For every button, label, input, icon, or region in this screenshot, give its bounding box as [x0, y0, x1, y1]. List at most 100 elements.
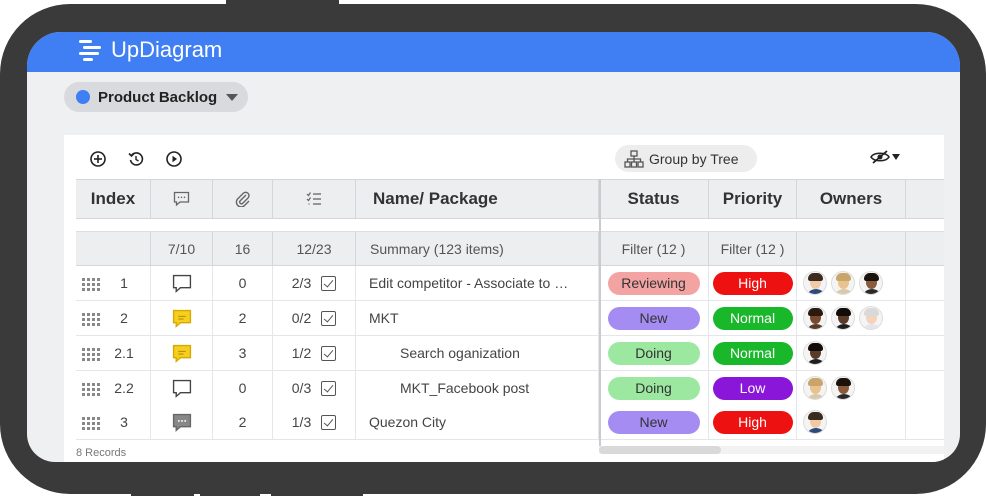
index-cell: 3: [76, 405, 151, 439]
avatar[interactable]: [831, 271, 855, 295]
priority-filter[interactable]: Filter (12 ): [709, 232, 797, 266]
status-cell[interactable]: Doing: [599, 336, 709, 370]
chevron-down-icon: [226, 93, 239, 101]
subtasks-cell[interactable]: 0/3: [273, 371, 356, 405]
checkbox-icon[interactable]: [321, 345, 337, 361]
avatar[interactable]: [803, 410, 827, 434]
frozen-column-divider[interactable]: [599, 179, 601, 454]
owners-cell[interactable]: [797, 405, 906, 439]
priority-badge[interactable]: High: [712, 271, 793, 295]
owners-cell[interactable]: [797, 266, 906, 300]
status-badge[interactable]: New: [607, 306, 700, 330]
avatar[interactable]: [859, 271, 883, 295]
table-row[interactable]: 2.2 0 0/3 MKT_Facebook post Doing Low: [76, 371, 944, 406]
add-circle-icon[interactable]: [89, 150, 107, 168]
owners-cell[interactable]: [797, 371, 906, 405]
checkbox-icon[interactable]: [321, 380, 337, 396]
summary-attachments: 16: [213, 232, 273, 266]
horizontal-scrollbar[interactable]: [599, 446, 944, 454]
drag-handle-icon[interactable]: [82, 278, 100, 291]
status-cell[interactable]: Doing: [599, 371, 709, 405]
avatar[interactable]: [859, 306, 883, 330]
comment-cell[interactable]: [151, 336, 213, 370]
checkbox-icon[interactable]: [321, 275, 337, 291]
new-comment-icon[interactable]: [172, 309, 192, 328]
priority-cell[interactable]: Normal: [709, 336, 797, 370]
hide-fields-button[interactable]: [870, 149, 900, 165]
play-circle-icon[interactable]: [165, 150, 183, 168]
drag-handle-icon[interactable]: [82, 417, 100, 430]
col-header-name[interactable]: Name/ Package: [356, 180, 599, 218]
avatar[interactable]: [803, 341, 827, 365]
owners-cell[interactable]: [797, 336, 906, 370]
status-filter[interactable]: Filter (12 ): [599, 232, 709, 266]
comment-icon[interactable]: [172, 274, 192, 293]
status-badge[interactable]: Reviewing: [607, 271, 700, 295]
task-name[interactable]: MKT: [356, 301, 599, 335]
priority-badge[interactable]: High: [712, 410, 793, 434]
avatar[interactable]: [803, 376, 827, 400]
status-badge[interactable]: Doing: [607, 376, 700, 400]
priority-cell[interactable]: Low: [709, 371, 797, 405]
checkbox-icon[interactable]: [321, 310, 337, 326]
table-row[interactable]: 1 0 2/3 Edit competitor - Associate to … Rev…: [76, 266, 944, 301]
status-cell[interactable]: New: [599, 405, 709, 439]
col-header-owners[interactable]: Owners: [797, 180, 906, 218]
app-logo[interactable]: UpDiagram: [77, 37, 222, 63]
subtasks-cell[interactable]: 2/3: [273, 266, 356, 300]
new-comment-icon[interactable]: [172, 344, 192, 363]
priority-cell[interactable]: High: [709, 405, 797, 439]
task-name[interactable]: Edit competitor - Associate to …: [356, 266, 599, 300]
priority-cell[interactable]: High: [709, 266, 797, 300]
avatar[interactable]: [831, 306, 855, 330]
checkbox-icon[interactable]: [321, 414, 337, 430]
subtask-count: 2/3: [291, 275, 312, 291]
priority-badge[interactable]: Low: [712, 376, 793, 400]
project-selector[interactable]: Product Backlog: [64, 82, 248, 112]
subtasks-cell[interactable]: 1/2: [273, 336, 356, 370]
col-header-index[interactable]: Index: [76, 180, 151, 218]
priority-badge[interactable]: Normal: [712, 306, 793, 330]
status-badge[interactable]: New: [607, 410, 700, 434]
comment-cell[interactable]: [151, 301, 213, 335]
task-name[interactable]: Quezon City: [356, 405, 599, 439]
col-header-priority[interactable]: Priority: [709, 180, 797, 218]
drag-handle-icon[interactable]: [82, 348, 100, 361]
comment-cell[interactable]: [151, 405, 213, 439]
status-badge[interactable]: Doing: [607, 341, 700, 365]
subtasks-cell[interactable]: 1/3: [273, 405, 356, 439]
priority-cell[interactable]: Normal: [709, 301, 797, 335]
status-cell[interactable]: New: [599, 301, 709, 335]
history-icon[interactable]: [127, 150, 145, 168]
attachments-cell[interactable]: 2: [213, 405, 273, 439]
task-name[interactable]: MKT_Facebook post: [356, 371, 599, 405]
comment-icon[interactable]: [172, 379, 192, 398]
owners-cell[interactable]: [797, 301, 906, 335]
col-header-subtasks[interactable]: [273, 180, 356, 218]
avatar[interactable]: [803, 271, 827, 295]
attachments-cell[interactable]: 0: [213, 371, 273, 405]
attachments-cell[interactable]: 2: [213, 301, 273, 335]
table-row[interactable]: 2 2 0/2 MKT New Normal: [76, 301, 944, 336]
scrollbar-thumb[interactable]: [599, 446, 721, 454]
avatar[interactable]: [831, 376, 855, 400]
drag-handle-icon[interactable]: [82, 383, 100, 396]
comment-cell[interactable]: [151, 266, 213, 300]
table-row[interactable]: 2.1 3 1/2 Search oganization Doing Normal: [76, 336, 944, 371]
comment-cell[interactable]: [151, 371, 213, 405]
avatar[interactable]: [803, 306, 827, 330]
status-cell[interactable]: Reviewing: [599, 266, 709, 300]
table-row[interactable]: 3 2 1/3 Quezon City New High: [76, 405, 944, 440]
attachments-cell[interactable]: 3: [213, 336, 273, 370]
drag-handle-icon[interactable]: [82, 313, 100, 326]
subtasks-cell[interactable]: 0/2: [273, 301, 356, 335]
priority-badge[interactable]: Normal: [712, 341, 793, 365]
summary-owners: [797, 232, 906, 266]
attachments-cell[interactable]: 0: [213, 266, 273, 300]
read-comment-icon[interactable]: [172, 413, 192, 432]
group-by-button[interactable]: Group by Tree: [615, 145, 757, 172]
task-name[interactable]: Search oganization: [356, 336, 599, 370]
col-header-attachments[interactable]: [213, 180, 273, 218]
col-header-comments[interactable]: [151, 180, 213, 218]
col-header-status[interactable]: Status: [599, 180, 709, 218]
